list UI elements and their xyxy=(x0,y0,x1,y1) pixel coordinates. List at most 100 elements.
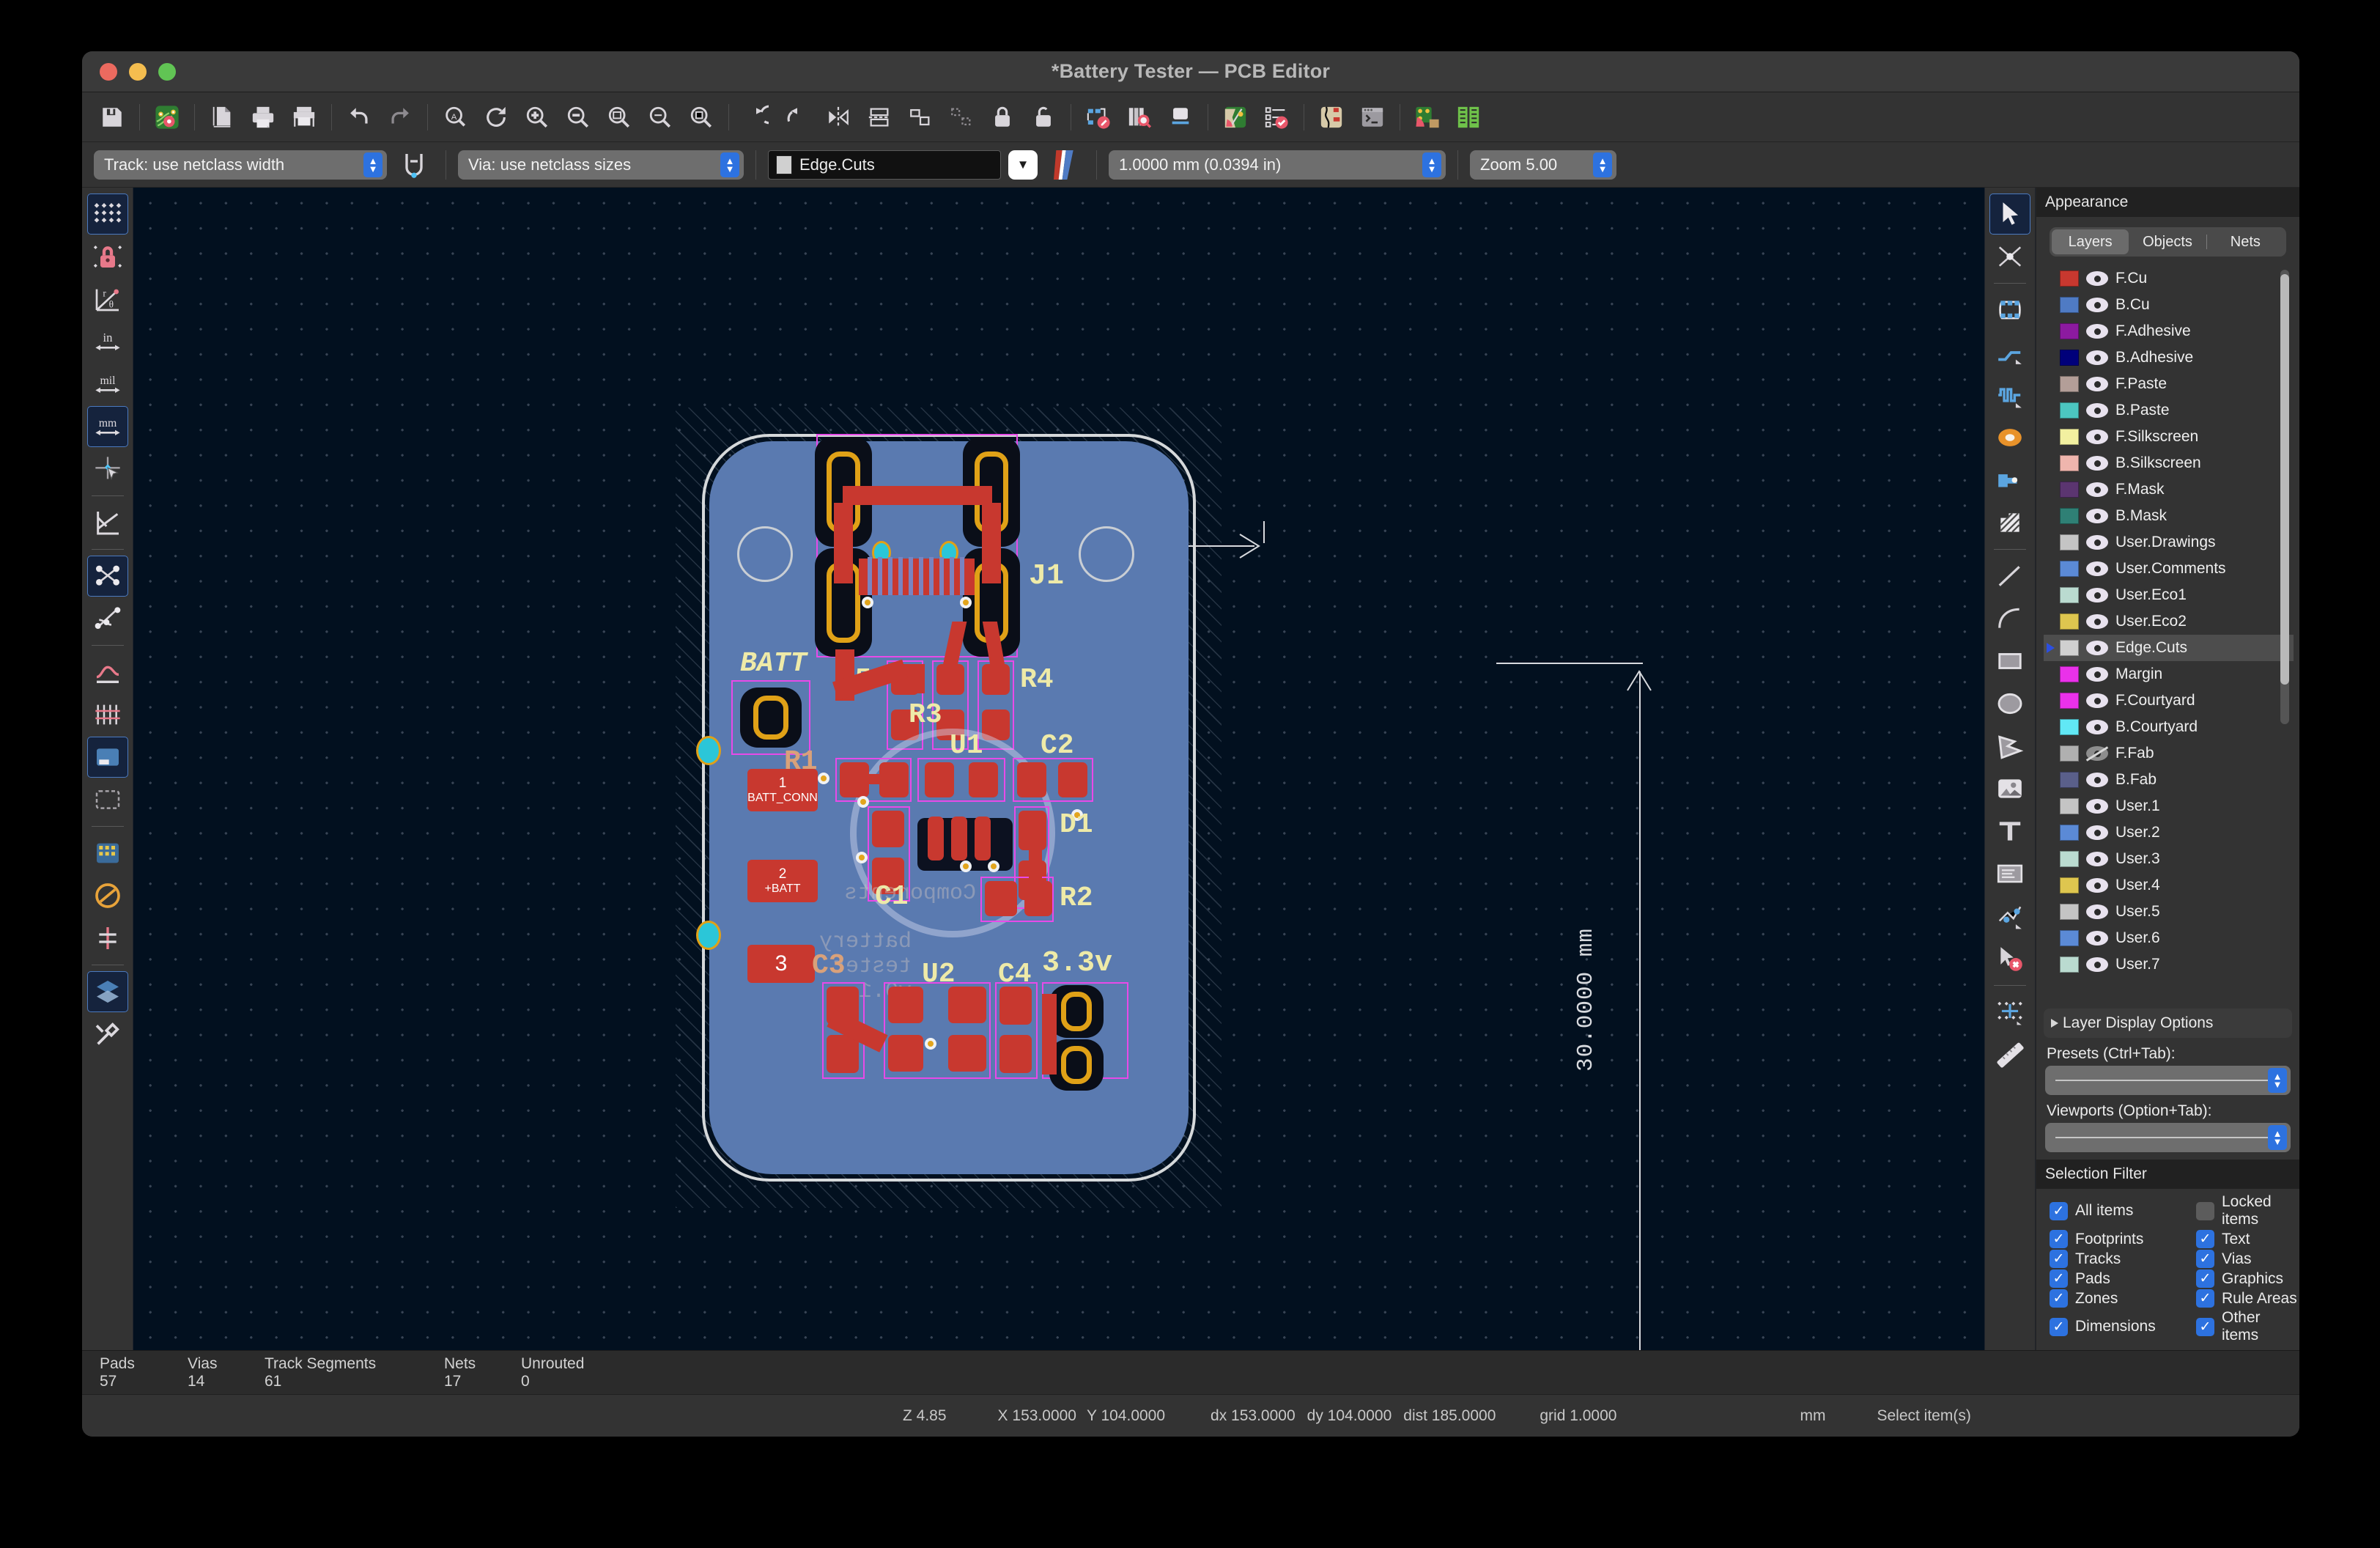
checkbox[interactable]: ✓ xyxy=(2050,1289,2068,1308)
toggle-grid-button[interactable] xyxy=(86,194,128,235)
undo-button[interactable] xyxy=(339,97,379,137)
cross-node-icon[interactable] xyxy=(1989,236,2030,277)
layer-row-b-paste[interactable]: B.Paste xyxy=(2044,397,2294,424)
zone-filled-icon[interactable] xyxy=(87,694,128,735)
layer-row-user-drawings[interactable]: User.Drawings xyxy=(2044,529,2294,556)
rotate-ccw-button[interactable] xyxy=(736,97,776,137)
plot-button[interactable] xyxy=(284,97,324,137)
layers-contrast-alt-icon[interactable] xyxy=(87,918,128,959)
pad-r1-1[interactable] xyxy=(840,762,869,797)
dimension-icon[interactable] xyxy=(1989,896,2030,937)
pad-misc-1[interactable] xyxy=(872,811,904,847)
update-pcb-button[interactable] xyxy=(1079,97,1118,137)
pad-c2-1[interactable] xyxy=(1017,762,1046,797)
layer-color-swatch[interactable] xyxy=(2060,508,2079,524)
cursor-arrow-icon[interactable] xyxy=(1989,194,2030,235)
mils-icon[interactable]: mil xyxy=(87,364,128,405)
pad-label-3[interactable]: 3 xyxy=(747,945,815,983)
route-track-icon[interactable] xyxy=(1989,332,2030,373)
pad-u1-2[interactable] xyxy=(969,762,998,797)
viewports-select[interactable]: ▲ ▼ xyxy=(2045,1123,2291,1152)
grid-origin-icon[interactable] xyxy=(1989,992,2030,1033)
scripting-console-button[interactable] xyxy=(1353,97,1392,137)
update-schematic-button[interactable] xyxy=(1408,97,1447,137)
layers-list[interactable]: F.Cu B.Cu F.Adhesive B.Adhesive F.Paste B.Pas… xyxy=(2044,265,2294,1004)
close-window-button[interactable] xyxy=(100,62,117,81)
checkbox[interactable]: ✓ xyxy=(2050,1269,2068,1288)
eye-icon[interactable] xyxy=(2086,904,2108,919)
ratsnest-lines-icon[interactable] xyxy=(86,556,128,597)
grid-size-stepper[interactable]: ▲ ▼ xyxy=(1422,152,1441,177)
pad-u1-a[interactable] xyxy=(928,817,944,860)
mirror-button[interactable] xyxy=(818,97,858,137)
layer-row-f-paste[interactable]: F.Paste xyxy=(2044,371,2294,397)
layer-row-b-cu[interactable]: B.Cu xyxy=(2044,292,2294,318)
checkbox[interactable]: ✓ xyxy=(2196,1289,2214,1308)
layer-row-f-mask[interactable]: F.Mask xyxy=(2044,476,2294,503)
tracks-sketch-icon[interactable] xyxy=(87,875,128,916)
image-icon[interactable] xyxy=(1989,768,2030,809)
pad-r2-1[interactable] xyxy=(985,881,1017,916)
eye-icon[interactable] xyxy=(2086,350,2108,365)
filter-zones[interactable]: ✓ Zones xyxy=(2050,1289,2196,1308)
eye-icon[interactable] xyxy=(2086,799,2108,814)
inches-icon[interactable]: in xyxy=(87,321,128,362)
footprint-icon[interactable] xyxy=(1989,290,2030,331)
layer-color-swatch[interactable] xyxy=(2060,455,2079,471)
layer-color-swatch[interactable] xyxy=(2060,323,2079,339)
eye-icon[interactable] xyxy=(2086,667,2108,682)
layers-contrast-icon[interactable] xyxy=(86,971,128,1012)
board-setup-button[interactable] xyxy=(147,97,187,137)
track-segment[interactable] xyxy=(909,664,925,693)
layer-row-user-6[interactable]: User.6 xyxy=(2044,925,2294,951)
filter-text[interactable]: ✓ Text xyxy=(2196,1230,2299,1248)
track-width-select[interactable]: Track: use netclass width ▲ ▼ xyxy=(94,150,387,180)
filter-pads[interactable]: ✓ Pads xyxy=(2050,1269,2196,1288)
layer-color-swatch[interactable] xyxy=(2060,877,2079,893)
track-width-icon[interactable] xyxy=(394,145,434,185)
via-size-select[interactable]: Via: use netclass sizes ▲ ▼ xyxy=(458,150,744,180)
lock-button[interactable] xyxy=(983,97,1022,137)
track-segment[interactable] xyxy=(834,503,853,583)
zoom-stepper[interactable]: ▲ ▼ xyxy=(1593,152,1612,177)
layer-color-swatch[interactable] xyxy=(2060,429,2079,445)
eye-icon[interactable] xyxy=(2086,509,2108,523)
filter-vias[interactable]: ✓ Vias xyxy=(2196,1250,2299,1268)
via[interactable] xyxy=(862,597,873,608)
save-button[interactable] xyxy=(92,97,132,137)
maximize-window-button[interactable] xyxy=(158,62,176,81)
via[interactable] xyxy=(856,852,868,863)
tab-objects[interactable]: Objects xyxy=(2129,229,2206,254)
layer-color-swatch[interactable] xyxy=(2060,402,2079,419)
pad-u1-b[interactable] xyxy=(951,817,967,860)
eye-icon[interactable] xyxy=(2086,852,2108,866)
track-segment[interactable] xyxy=(843,486,992,505)
arc-icon[interactable] xyxy=(1989,598,2030,639)
eye-off-icon[interactable] xyxy=(2086,746,2108,761)
rotate-cw-button[interactable] xyxy=(777,97,817,137)
line-icon[interactable] xyxy=(1989,556,2030,597)
eye-icon[interactable] xyxy=(2086,535,2108,550)
layer-color-swatch[interactable] xyxy=(2060,957,2079,973)
tab-nets[interactable]: Nets xyxy=(2207,229,2284,254)
eye-icon[interactable] xyxy=(2086,377,2108,391)
eye-icon[interactable] xyxy=(2086,561,2108,576)
checkbox[interactable]: ✓ xyxy=(2050,1250,2068,1268)
layer-row-user-comments[interactable]: User.Comments xyxy=(2044,556,2294,582)
unlock-button[interactable] xyxy=(1024,97,1063,137)
polygon-icon[interactable] xyxy=(1989,726,2030,767)
pad-r2-2[interactable] xyxy=(1024,881,1052,916)
via[interactable] xyxy=(818,773,829,784)
checkbox[interactable]: ✓ xyxy=(2050,1201,2068,1220)
drc-button[interactable] xyxy=(1257,97,1296,137)
pad-33v-2[interactable] xyxy=(1049,1039,1104,1091)
pad-label-2[interactable]: 2 +BATT xyxy=(747,860,818,902)
crosshair-cursor-icon[interactable] xyxy=(87,449,128,490)
eye-icon[interactable] xyxy=(2086,720,2108,734)
pad-label-1[interactable]: 1 BATT_CONN xyxy=(747,769,818,811)
millimeters-icon[interactable]: mm xyxy=(86,406,128,447)
track-segment[interactable] xyxy=(1042,994,1057,1075)
redo-button[interactable] xyxy=(380,97,420,137)
layer-row-user-eco1[interactable]: User.Eco1 xyxy=(2044,582,2294,608)
vias-sketch-icon[interactable] xyxy=(87,833,128,874)
